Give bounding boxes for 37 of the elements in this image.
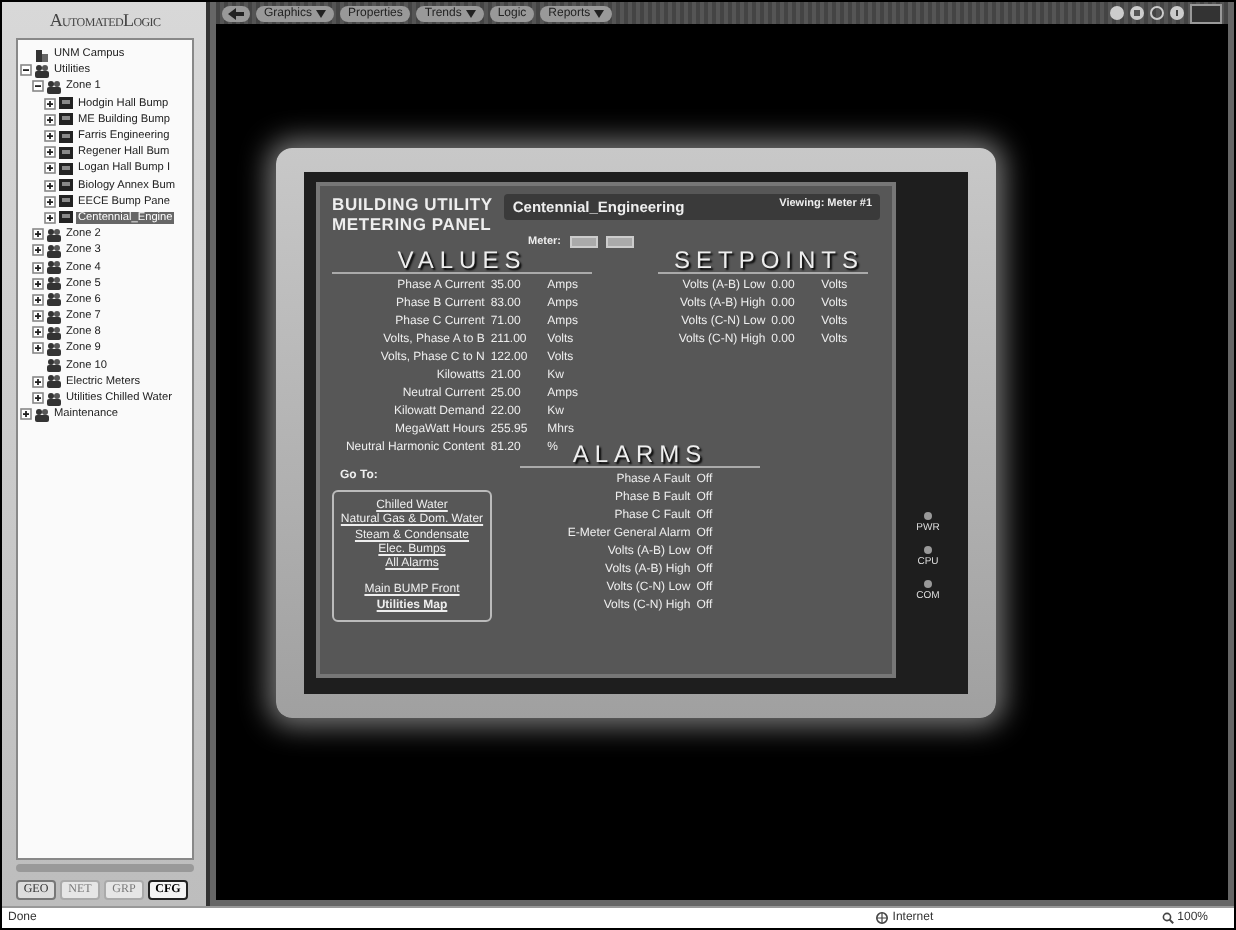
expander[interactable] [32, 228, 44, 241]
expander[interactable] [20, 408, 32, 421]
logo: AutomatedLogic [49, 8, 161, 34]
expander[interactable] [44, 97, 56, 110]
expander[interactable] [32, 277, 44, 290]
expander[interactable] [44, 179, 56, 192]
expander[interactable] [44, 146, 56, 159]
expander[interactable] [32, 326, 44, 339]
expander[interactable] [32, 342, 44, 355]
expander[interactable] [32, 261, 44, 274]
expander[interactable] [32, 392, 44, 405]
expander[interactable] [44, 162, 56, 175]
zoom-icon [1161, 912, 1174, 924]
panel-title: BUILDING UTILITY METERING PANEL [332, 194, 493, 234]
scrollbar[interactable] [16, 864, 194, 872]
caret-icon [594, 9, 605, 17]
expander[interactable] [32, 293, 44, 306]
expander[interactable] [44, 211, 56, 224]
globe-icon [876, 912, 889, 924]
section-heading: SETPOINTS [658, 248, 868, 274]
minimize-button[interactable] [1190, 3, 1222, 23]
meter-button[interactable] [569, 236, 598, 248]
expander[interactable] [32, 310, 44, 323]
expander[interactable] [44, 130, 56, 143]
expander[interactable] [32, 375, 44, 388]
expander[interactable] [32, 244, 44, 257]
caret-icon [316, 9, 327, 17]
expander[interactable] [32, 80, 44, 93]
expander[interactable] [44, 195, 56, 208]
expander[interactable] [20, 64, 32, 77]
building-icon [34, 47, 50, 62]
meter-button[interactable] [605, 236, 634, 248]
back-button[interactable] [222, 5, 250, 21]
circle-icon[interactable] [1150, 6, 1164, 20]
expander[interactable] [44, 113, 56, 126]
section-heading: VALUES [332, 248, 592, 274]
caret-icon [465, 9, 476, 17]
